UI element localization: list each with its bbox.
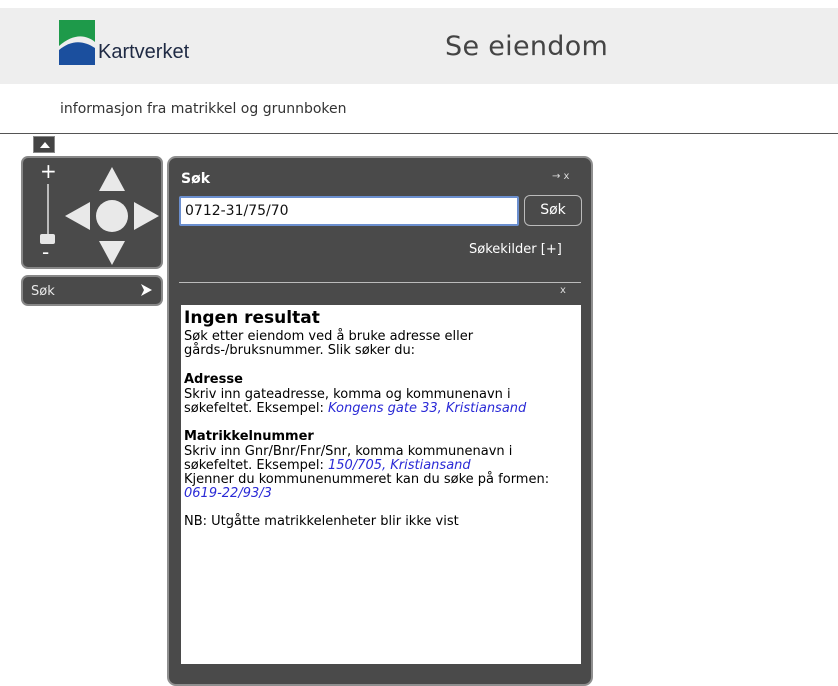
- results-heading: Ingen resultat: [184, 308, 320, 328]
- address-help-text: Skriv inn gateadresse, komma og kommunen…: [184, 388, 578, 416]
- municipality-example-link[interactable]: 0619-22/93/3: [184, 486, 272, 501]
- map-navigation-panel: + -: [21, 156, 163, 269]
- pan-down-arrow-icon[interactable]: [99, 241, 125, 265]
- pan-center-button-icon[interactable]: [96, 200, 128, 232]
- search-input[interactable]: [179, 196, 519, 226]
- search-panel: Søk → x Søk Søkekilder [+] x Ingen resul…: [167, 156, 593, 686]
- logo-text[interactable]: Kartverket: [98, 41, 189, 64]
- municipality-help-text: Kjenner du kommunenummeret kan du søke p…: [184, 473, 578, 501]
- pan-left-arrow-icon[interactable]: [65, 202, 90, 230]
- cadastre-heading: Matrikkelnummer: [184, 429, 314, 444]
- kartverket-logo-icon[interactable]: [59, 20, 95, 65]
- panel-window-controls[interactable]: → x: [552, 171, 569, 182]
- municipality-help-label: Kjenner du kommunenummeret kan du søke p…: [184, 472, 550, 487]
- arrow-right-icon: [141, 284, 152, 296]
- cadastre-help-text: Skriv inn Gnr/Bnr/Fnr/Snr, komma kommune…: [184, 445, 578, 473]
- pan-control: [65, 167, 159, 265]
- search-panel-title: Søk: [181, 171, 211, 187]
- collapse-toolbar-button[interactable]: [33, 136, 55, 153]
- results-intro: Søk etter eiendom ved å bruke adresse el…: [184, 329, 474, 358]
- search-tab-button[interactable]: Søk: [21, 275, 163, 306]
- pan-up-arrow-icon[interactable]: [99, 167, 125, 191]
- search-sources-link[interactable]: Søkekilder [+]: [469, 242, 562, 257]
- address-example-link[interactable]: Kongens gate 33, Kristiansand: [328, 401, 526, 416]
- page-subtitle: informasjon fra matrikkel og grunnboken: [60, 101, 347, 117]
- close-results-button[interactable]: x: [560, 285, 566, 296]
- cadastre-example-link[interactable]: 150/705, Kristiansand: [328, 458, 471, 473]
- zoom-slider-track[interactable]: [47, 184, 49, 241]
- address-heading: Adresse: [184, 372, 243, 387]
- search-tab-label: Søk: [31, 284, 55, 299]
- expired-units-note: NB: Utgåtte matrikkelenheter blir ikke v…: [184, 514, 459, 529]
- zoom-out-button[interactable]: -: [42, 241, 49, 263]
- search-results: Ingen resultat Søk etter eiendom ved å b…: [181, 305, 581, 664]
- page-title: Se eiendom: [445, 31, 609, 62]
- search-button[interactable]: Søk: [524, 195, 582, 226]
- zoom-in-button[interactable]: +: [40, 160, 57, 182]
- results-divider: [179, 282, 581, 283]
- header-divider: [0, 133, 838, 134]
- pan-right-arrow-icon[interactable]: [134, 202, 159, 230]
- header: Kartverket Se eiendom: [0, 0, 838, 85]
- chevron-up-icon: [40, 142, 50, 148]
